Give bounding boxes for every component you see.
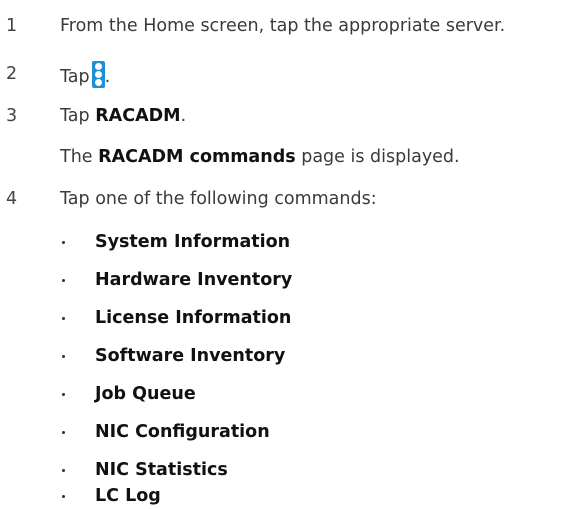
- step-suffix: .: [104, 67, 111, 87]
- vertical-dots-menu-icon: [91, 61, 105, 88]
- result-suffix: page is displayed.: [295, 147, 460, 167]
- command-label: NIC Statistics: [95, 460, 228, 480]
- step-number: 3: [6, 106, 18, 126]
- command-label: Job Queue: [95, 384, 196, 404]
- step-suffix: .: [180, 106, 187, 126]
- step-text: Tap RACADM.: [60, 103, 186, 129]
- step-text: Tap one of the following commands:: [60, 189, 377, 209]
- command-label: System Information: [95, 232, 291, 252]
- bullet-icon: [62, 317, 65, 320]
- step-prefix: Tap: [60, 106, 96, 126]
- bullet-icon: [62, 495, 65, 498]
- bullet-icon: [62, 393, 65, 396]
- bullet-icon: [62, 355, 65, 358]
- bullet-icon: [62, 431, 65, 434]
- racadm-label: RACADM: [95, 106, 181, 126]
- step-prefix: Tap: [60, 67, 90, 87]
- command-label: Software Inventory: [95, 346, 286, 366]
- bullet-icon: [62, 279, 65, 282]
- step-number: 2: [6, 64, 18, 84]
- command-label: NIC Configuration: [95, 422, 270, 442]
- step-result-text: The RACADM commands page is displayed.: [60, 144, 460, 170]
- step-number: 4: [6, 189, 18, 209]
- command-label: License Information: [95, 308, 292, 328]
- command-label: Hardware Inventory: [95, 270, 293, 290]
- step-number: 1: [6, 16, 18, 36]
- command-label: LC Log: [95, 486, 161, 506]
- racadm-commands-label: RACADM commands: [98, 147, 296, 167]
- bullet-icon: [62, 241, 65, 244]
- result-prefix: The: [60, 147, 99, 167]
- step-text: Tap.: [60, 61, 110, 90]
- step-text: From the Home screen, tap the appropriat…: [60, 16, 506, 36]
- bullet-icon: [62, 469, 65, 472]
